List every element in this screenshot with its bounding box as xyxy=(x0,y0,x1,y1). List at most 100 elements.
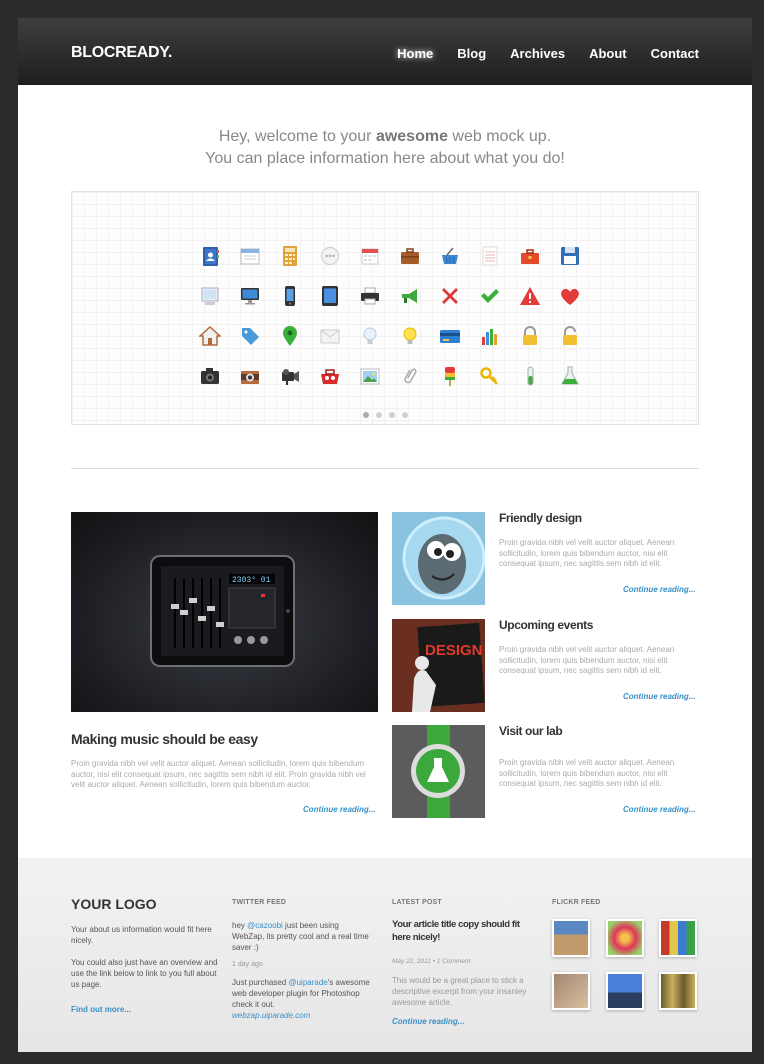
tweet-2-link[interactable]: webzap.uiparade.com xyxy=(232,1011,310,1020)
paperclip-icon[interactable] xyxy=(390,356,430,396)
nav-home[interactable]: Home xyxy=(397,46,433,61)
post-text-lab: Proin gravida nibh vel velit auctor aliq… xyxy=(499,758,675,788)
calendar-icon[interactable] xyxy=(350,236,390,276)
post-thumb-events[interactable]: DESIGN xyxy=(392,619,485,712)
printer-icon[interactable] xyxy=(350,276,390,316)
feature-title[interactable]: Making music should be easy xyxy=(71,731,258,747)
slider-dots xyxy=(72,412,698,418)
tweet-1-user-link[interactable]: @cazoobi xyxy=(247,921,283,930)
slider-dot-1[interactable] xyxy=(362,412,369,418)
post-title-friendly[interactable]: Friendly design xyxy=(499,511,582,525)
divider xyxy=(71,468,699,469)
poster-illustration: DESIGN xyxy=(392,619,485,712)
flickr-photo-5[interactable] xyxy=(606,972,644,1010)
picture-icon[interactable] xyxy=(350,356,390,396)
bulb-on-icon[interactable] xyxy=(390,316,430,356)
post-thumb-lab[interactable] xyxy=(392,725,485,818)
basket-icon[interactable] xyxy=(430,236,470,276)
briefcase-icon[interactable] xyxy=(390,236,430,276)
bulb-off-icon[interactable] xyxy=(350,316,390,356)
home-icon[interactable] xyxy=(190,316,230,356)
credit-card-icon[interactable] xyxy=(430,316,470,356)
lab-badge-illustration xyxy=(392,725,485,818)
bar-chart-icon[interactable] xyxy=(470,316,510,356)
slider-dot-2[interactable] xyxy=(375,412,382,418)
tablet-icon[interactable] xyxy=(310,276,350,316)
nav-contact[interactable]: Contact xyxy=(651,46,699,61)
chat-bubble-icon[interactable] xyxy=(310,236,350,276)
tag-icon[interactable] xyxy=(230,316,270,356)
post-continue-lab[interactable]: Continue reading... xyxy=(623,805,695,814)
post-continue-events[interactable]: Continue reading... xyxy=(623,692,695,701)
calculator-icon[interactable] xyxy=(270,236,310,276)
monitor-icon[interactable] xyxy=(230,276,270,316)
feature-text: Proin gravida nibh vel velit auctor aliq… xyxy=(71,759,366,789)
tweet-2: Just purchased @uiparade's awesome web d… xyxy=(232,977,372,1021)
flask-icon[interactable] xyxy=(550,356,590,396)
mixer-display: 2303° 01 xyxy=(232,576,271,585)
slider-dot-3[interactable] xyxy=(388,412,395,418)
monitor-old-icon[interactable] xyxy=(190,276,230,316)
welcome-line1-bold: awesome xyxy=(375,128,448,145)
tweet-1-text-a: hey xyxy=(232,921,248,930)
toolbox-icon[interactable] xyxy=(510,236,550,276)
test-tube-icon[interactable] xyxy=(510,356,550,396)
icon-showcase xyxy=(71,191,699,425)
flickr-photo-4[interactable] xyxy=(552,972,590,1010)
slider-dot-4[interactable] xyxy=(401,412,408,418)
map-pin-icon[interactable] xyxy=(270,316,310,356)
robot-illustration xyxy=(392,512,485,605)
video-camera-icon[interactable] xyxy=(270,356,310,396)
poster-word: DESIGN xyxy=(425,642,483,659)
calendar-window-icon[interactable] xyxy=(230,236,270,276)
header: BLOCREADY. Home Blog Archives About Cont… xyxy=(18,18,752,85)
latest-post-continue-link[interactable]: Continue reading... xyxy=(392,1016,464,1027)
site-logo[interactable]: BLOCREADY. xyxy=(71,44,172,62)
floppy-disk-icon[interactable] xyxy=(550,236,590,276)
mixer-tablet-illustration: 2303° 01 xyxy=(150,555,295,667)
latest-post-meta: May 22, 2011 • 1 Comment xyxy=(392,958,471,965)
envelope-icon[interactable] xyxy=(310,316,350,356)
ice-cream-icon[interactable] xyxy=(430,356,470,396)
post-text-friendly: Proin gravida nibh vel velit auctor aliq… xyxy=(499,538,675,568)
post-title-events[interactable]: Upcoming events xyxy=(499,618,593,632)
latest-post-heading: LATEST POST xyxy=(392,899,442,906)
main-nav: Home Blog Archives About Contact xyxy=(373,46,699,61)
footer-logo[interactable]: YOUR LOGO xyxy=(71,896,157,912)
feature-continue-link[interactable]: Continue reading... xyxy=(303,805,375,814)
welcome-line1-prefix: Hey, welcome to your xyxy=(218,128,376,145)
toolbox-red-icon[interactable] xyxy=(310,356,350,396)
warning-icon[interactable] xyxy=(510,276,550,316)
footer: YOUR LOGO Your about us information woul… xyxy=(18,858,752,1052)
key-icon[interactable] xyxy=(470,356,510,396)
camera-icon[interactable] xyxy=(190,356,230,396)
post-title-lab[interactable]: Visit our lab xyxy=(499,724,563,738)
heart-icon[interactable] xyxy=(550,276,590,316)
check-icon[interactable] xyxy=(470,276,510,316)
post-continue-friendly[interactable]: Continue reading... xyxy=(623,585,695,594)
latest-post-title[interactable]: Your article title copy should fit here … xyxy=(392,918,537,944)
address-book-icon[interactable] xyxy=(190,236,230,276)
footer-about-1: Your about us information would fit here… xyxy=(71,925,212,945)
tweet-2-user-link[interactable]: @uiparade xyxy=(288,978,327,987)
notepad-icon[interactable] xyxy=(470,236,510,276)
nav-archives[interactable]: Archives xyxy=(510,46,565,61)
lock-closed-icon[interactable] xyxy=(510,316,550,356)
flickr-photo-3[interactable] xyxy=(659,919,697,957)
feature-image[interactable]: 2303° 01 xyxy=(71,512,378,712)
megaphone-icon[interactable] xyxy=(390,276,430,316)
camera-retro-icon[interactable] xyxy=(230,356,270,396)
flickr-photo-1[interactable] xyxy=(552,919,590,957)
nav-blog[interactable]: Blog xyxy=(457,46,486,61)
footer-about-2: You could also just have an overview and… xyxy=(71,958,218,989)
phone-icon[interactable] xyxy=(270,276,310,316)
footer-about-link[interactable]: Find out more... xyxy=(71,1004,131,1015)
cross-icon[interactable] xyxy=(430,276,470,316)
flickr-photo-6[interactable] xyxy=(659,972,697,1010)
post-thumb-friendly[interactable] xyxy=(392,512,485,605)
nav-about[interactable]: About xyxy=(589,46,627,61)
welcome-text: Hey, welcome to your awesome web mock up… xyxy=(18,126,752,170)
tweet-1: hey @cazoobi just been using WebZap, its… xyxy=(232,920,372,953)
lock-open-icon[interactable] xyxy=(550,316,590,356)
flickr-photo-2[interactable] xyxy=(606,919,644,957)
